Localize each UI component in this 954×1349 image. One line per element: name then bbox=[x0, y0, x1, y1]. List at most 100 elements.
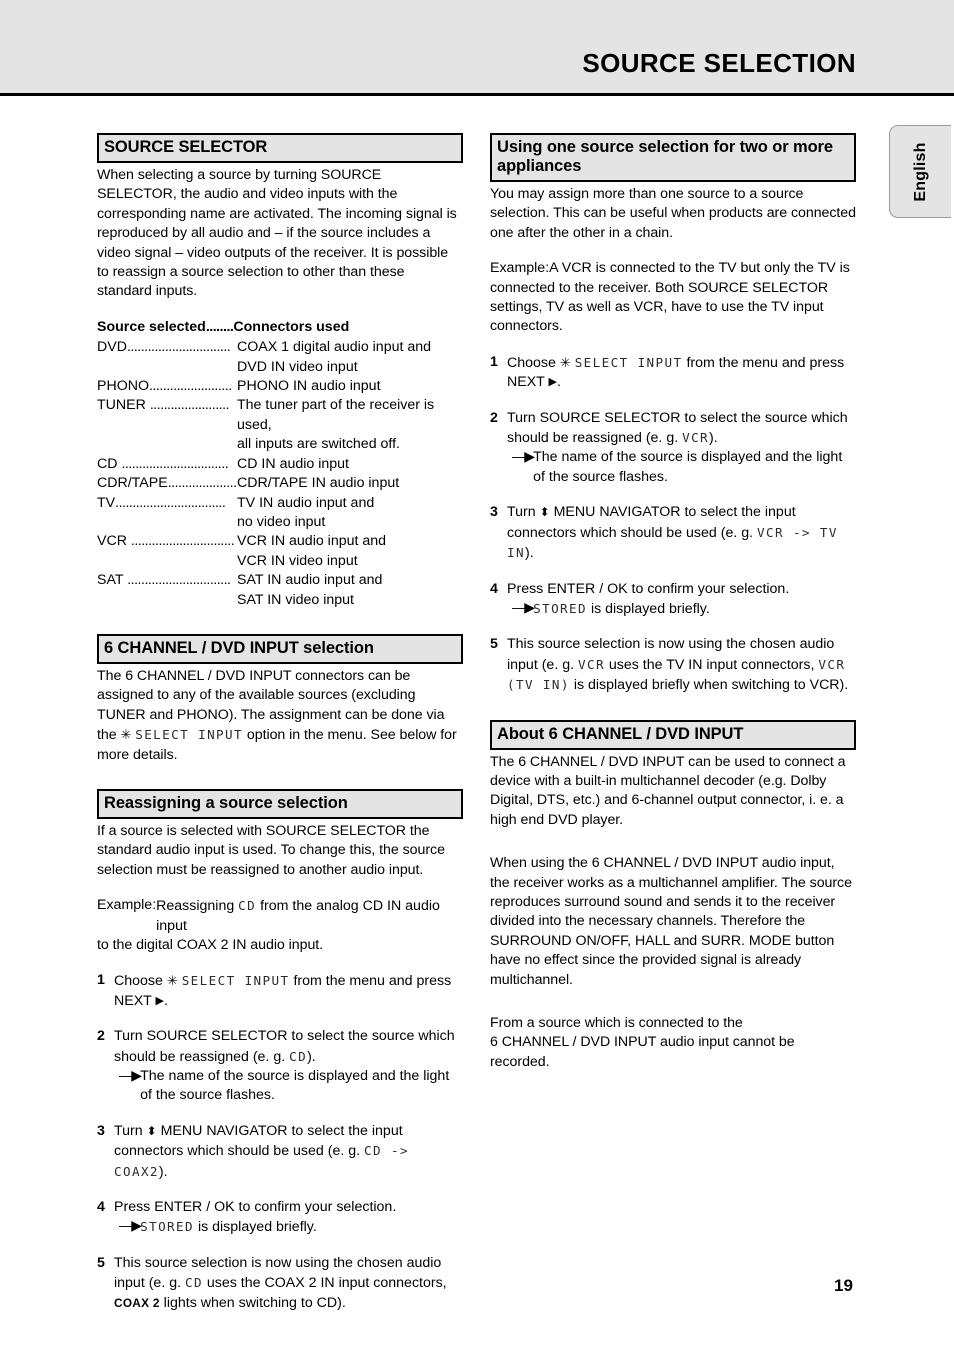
section-header-using-one-source: Using one source selection for two or mo… bbox=[490, 133, 856, 182]
col-head-dots: ........ bbox=[205, 318, 234, 335]
step-text: Press ENTER / OK to confirm your selecti… bbox=[507, 580, 856, 620]
step-text: Turn ⬍ MENU NAVIGATOR to select the inpu… bbox=[507, 503, 856, 563]
step-text-c: . bbox=[164, 992, 168, 1009]
row-connector-cont: DVD IN video input bbox=[237, 358, 358, 375]
row-dots: .............................. bbox=[130, 533, 235, 550]
step-number: 5 bbox=[490, 636, 498, 653]
step-number: 5 bbox=[97, 1254, 105, 1271]
step-text-b: ). bbox=[709, 430, 718, 447]
section-title: Using one source selection for two or mo… bbox=[497, 138, 833, 175]
list-item: 2 Turn SOURCE SELECTOR to select the sou… bbox=[490, 409, 856, 488]
example-label: Example: bbox=[490, 260, 550, 277]
step-text: This source selection is now using the c… bbox=[507, 635, 856, 695]
section-title: Reassigning a source selection bbox=[104, 793, 348, 812]
row-source: VCR .............................. bbox=[97, 532, 237, 551]
row-source-label: PHONO bbox=[97, 378, 150, 395]
up-down-arrow-icon: ⬍ bbox=[146, 1123, 157, 1138]
step-number: 2 bbox=[490, 409, 498, 426]
lcd-vcr: VCR bbox=[682, 430, 710, 446]
table-row: SAT .............................. SAT I… bbox=[97, 571, 463, 590]
row-source-label: TUNER bbox=[97, 397, 150, 414]
using-one-source-intro: You may assign more than one source to a… bbox=[490, 186, 856, 241]
row-connector-cont: all inputs are switched off. bbox=[237, 436, 400, 453]
row-dots: ............................... bbox=[121, 455, 229, 472]
list-item: 1 Choose ✳ SELECT INPUT from the menu an… bbox=[490, 353, 856, 393]
about-six-channel-para-3a: From a source which is connected to the bbox=[490, 1015, 743, 1031]
step-sub-item: —▶ STORED is displayed briefly. bbox=[507, 599, 856, 619]
step-text-b: ). bbox=[307, 1048, 316, 1065]
section-title: About 6 CHANNEL / DVD INPUT bbox=[497, 724, 744, 743]
step-text-b: ). bbox=[524, 545, 534, 562]
step-text-a: Turn SOURCE SELECTOR to select the sourc… bbox=[114, 1028, 455, 1065]
page-number: 19 bbox=[834, 1276, 853, 1295]
triangle-right-icon: ▶ bbox=[155, 994, 164, 1007]
row-connector: The tuner part of the receiver is used, bbox=[237, 397, 435, 433]
lcd-cd: CD bbox=[289, 1048, 308, 1064]
step-text-b: ). bbox=[158, 1163, 168, 1180]
source-selector-intro: When selecting a source by turning SOURC… bbox=[97, 167, 457, 300]
step-number: 4 bbox=[490, 580, 498, 597]
about-six-channel-para-1: The 6 CHANNEL / DVD INPUT can be used to… bbox=[490, 753, 846, 828]
asterisk-icon: ✳ bbox=[120, 727, 132, 743]
table-row: PHONO........................ PHONO IN a… bbox=[97, 377, 463, 396]
row-source-label: SAT bbox=[97, 572, 128, 589]
step-text-mid: MENU NAVIGATOR to select the input conne… bbox=[507, 504, 796, 541]
step-text: Choose ✳ SELECT INPUT from the menu and … bbox=[114, 971, 463, 1011]
section-title: 6 CHANNEL / DVD INPUT selection bbox=[104, 639, 457, 658]
step-text-a: Turn bbox=[114, 1122, 147, 1139]
table-row: DVD.............................. COAX 1… bbox=[97, 338, 463, 357]
row-source: DVD.............................. bbox=[97, 338, 237, 357]
arrow-bullet-icon: —▶ bbox=[512, 599, 535, 616]
row-source: TUNER ....................... bbox=[97, 396, 237, 415]
example-block-left: Example: Reassigning CD from the analog … bbox=[97, 896, 463, 936]
table-row: CD ............................... CD IN… bbox=[97, 455, 463, 474]
row-source-label: CD bbox=[97, 455, 122, 472]
row-dots: ....................... bbox=[149, 397, 230, 414]
up-down-arrow-icon: ⬍ bbox=[539, 505, 550, 520]
example-text-a: Reassigning bbox=[156, 898, 239, 915]
row-connector-cont: SAT IN video input bbox=[237, 591, 354, 608]
col-head-source: Source selected bbox=[97, 318, 206, 335]
section-title-rest: selection bbox=[298, 638, 374, 657]
row-source-label: VCR bbox=[97, 533, 131, 550]
row-dots: .............................. bbox=[127, 572, 231, 589]
language-tab-label: English bbox=[911, 141, 929, 202]
step-sub-item: —▶ The name of the source is displayed a… bbox=[114, 1067, 463, 1106]
lcd-cd: CD bbox=[238, 898, 257, 914]
list-item: 4 Press ENTER / OK to confirm your selec… bbox=[490, 580, 856, 620]
step-text: Press ENTER / OK to confirm your selecti… bbox=[114, 1198, 463, 1238]
step-text-a: Turn SOURCE SELECTOR to select the sourc… bbox=[507, 409, 848, 447]
coax-2-label: COAX 2 bbox=[114, 1295, 160, 1310]
row-connector: CDR/TAPE IN audio input bbox=[237, 475, 400, 492]
list-item: 1 Choose ✳ SELECT INPUT from the menu an… bbox=[97, 971, 463, 1011]
table-row: TUNER ....................... The tuner … bbox=[97, 396, 463, 435]
step-text-a: Press ENTER / OK to confirm your selecti… bbox=[507, 580, 790, 597]
page-header-band: SOURCE SELECTION bbox=[0, 0, 954, 96]
example-text: A VCR is connected to the TV but only th… bbox=[549, 260, 850, 277]
list-item: 5 This source selection is now using the… bbox=[490, 635, 856, 695]
list-item: 3 Turn ⬍ MENU NAVIGATOR to select the in… bbox=[97, 1122, 463, 1182]
right-column: Using one source selection for two or mo… bbox=[490, 133, 856, 1072]
row-dots: ........................ bbox=[149, 378, 232, 395]
row-connector: CD IN audio input bbox=[237, 455, 349, 472]
lcd-stored: STORED bbox=[533, 600, 588, 616]
row-source: SAT .............................. bbox=[97, 571, 237, 590]
six-channel-paragraph: The 6 CHANNEL / DVD INPUT connectors can… bbox=[97, 667, 463, 765]
asterisk-icon: ✳ bbox=[559, 354, 571, 370]
row-source: CD ............................... bbox=[97, 455, 237, 474]
step-number: 3 bbox=[490, 504, 498, 521]
list-item: 4 Press ENTER / OK to confirm your selec… bbox=[97, 1198, 463, 1238]
page-title: SOURCE SELECTION bbox=[582, 48, 856, 78]
step-number: 1 bbox=[490, 353, 498, 370]
